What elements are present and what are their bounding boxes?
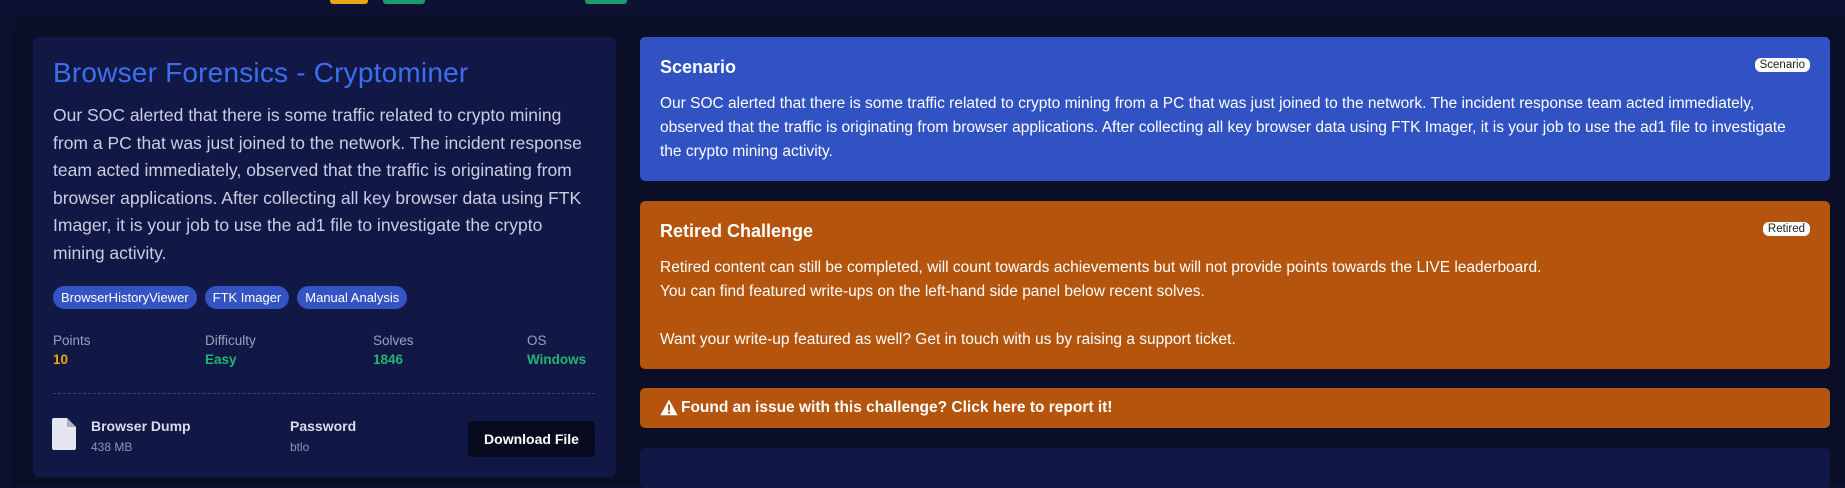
stat-points-value: 10 — [53, 352, 69, 367]
stat-os-value: Windows — [527, 352, 587, 367]
scenario-badge: Scenario — [1754, 58, 1810, 72]
password-label: Password — [290, 418, 357, 434]
stat-difficulty: Difficulty Easy — [205, 333, 256, 367]
scenario-text: Our SOC alerted that there is some traff… — [660, 95, 1786, 160]
stat-os-label: OS — [527, 333, 547, 348]
file-icon — [52, 418, 76, 450]
top-badge-yellow — [330, 0, 368, 4]
retired-line-2: You can find featured write-ups on the l… — [660, 283, 1205, 300]
report-issue-link[interactable]: Found an issue with this challenge? Clic… — [681, 399, 1112, 417]
warning-icon — [660, 399, 678, 416]
challenge-description: Our SOC alerted that there is some traff… — [53, 105, 582, 263]
top-badge-green-2 — [585, 0, 627, 4]
file-name: Browser Dump — [91, 418, 191, 434]
retired-line-3: Want your write-up featured as well? Get… — [660, 331, 1236, 348]
scenario-title: Scenario — [660, 57, 737, 77]
stat-solves-value: 1846 — [373, 352, 404, 367]
top-badge-green — [383, 0, 425, 4]
scenario-panel: Scenario Scenario Our SOC alerted that t… — [640, 37, 1830, 181]
tag-ftk-imager[interactable]: FTK Imager — [204, 286, 290, 309]
retired-title: Retired Challenge — [660, 221, 814, 241]
stat-points: Points 10 — [53, 333, 91, 367]
stat-difficulty-label: Difficulty — [205, 333, 256, 348]
retired-text: Retired content can still be completed, … — [660, 256, 1810, 352]
bottom-panel — [640, 448, 1830, 488]
stat-points-label: Points — [53, 333, 91, 348]
stat-solves-label: Solves — [373, 333, 414, 348]
download-file-button[interactable]: Download File — [468, 421, 595, 457]
challenge-title: Browser Forensics - Cryptominer — [53, 57, 469, 88]
file-size: 438 MB — [91, 440, 133, 454]
retired-panel: Retired Challenge Retired Retired conten… — [640, 201, 1830, 369]
stat-difficulty-value: Easy — [205, 352, 237, 367]
stat-solves: Solves 1846 — [373, 333, 414, 367]
challenge-tags: BrowserHistoryViewer FTK Imager Manual A… — [53, 286, 408, 309]
report-issue-banner[interactable]: Found an issue with this challenge? Clic… — [640, 388, 1830, 428]
divider — [53, 393, 595, 394]
retired-badge: Retired — [1762, 222, 1810, 236]
retired-line-1: Retired content can still be completed, … — [660, 259, 1542, 276]
stat-os: OS Windows — [527, 333, 586, 367]
top-bar — [0, 0, 1845, 14]
password-value: btlo — [290, 440, 310, 454]
tag-browserhistoryviewer[interactable]: BrowserHistoryViewer — [53, 286, 197, 309]
tag-manual-analysis[interactable]: Manual Analysis — [297, 286, 408, 309]
retired-spacer — [660, 304, 1810, 328]
